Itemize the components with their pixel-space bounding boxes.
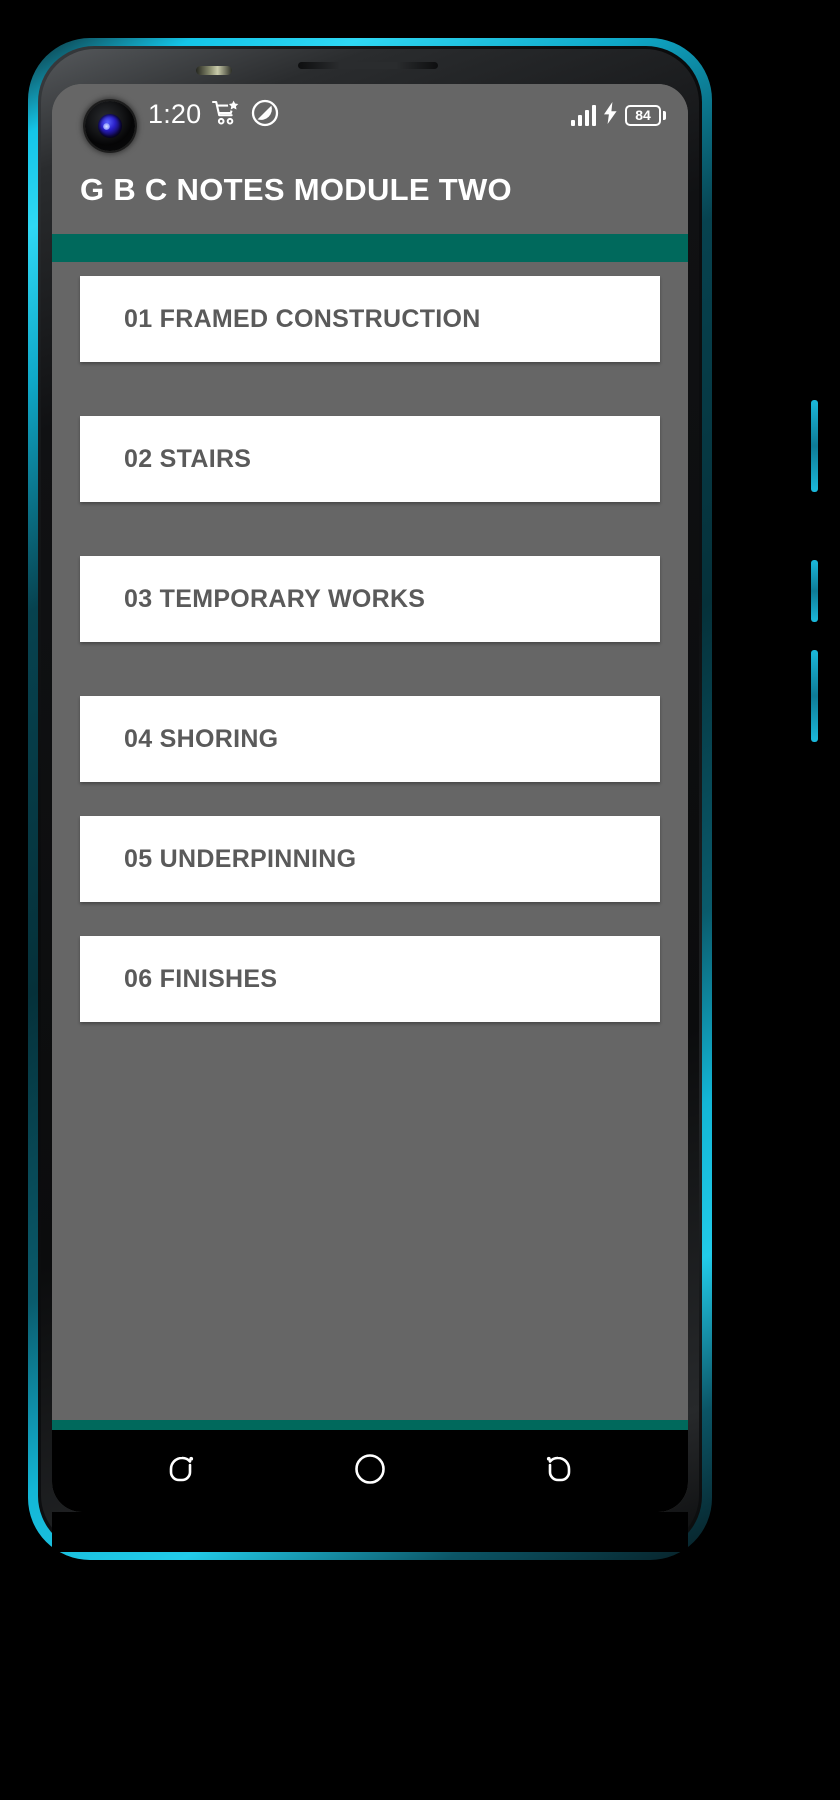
volume-up-button[interactable] [811, 560, 818, 622]
status-bar: 1:20 84 [52, 84, 688, 146]
earpiece-speaker [298, 62, 438, 69]
list-gap [80, 362, 660, 416]
phone-screen: 1:20 84 G B C NOTES MODULE TWO 01 FRAMED… [52, 84, 688, 1512]
back-loop-icon [539, 1450, 577, 1493]
list-gap [80, 902, 660, 936]
front-camera [85, 101, 135, 151]
list-gap [80, 782, 660, 816]
home-button[interactable] [333, 1441, 407, 1501]
rounded-square-loop-icon [163, 1450, 201, 1493]
list-item-label: 06 FINISHES [124, 964, 278, 993]
power-button[interactable] [811, 400, 818, 492]
back-button[interactable] [521, 1441, 595, 1501]
list-item-label: 01 FRAMED CONSTRUCTION [124, 304, 481, 333]
page-title: G B C NOTES MODULE TWO [80, 172, 512, 207]
circle-icon [351, 1450, 389, 1493]
battery-level-text: 84 [635, 107, 651, 123]
system-nav-bar [52, 1430, 688, 1512]
proximity-sensor [196, 66, 232, 75]
list-item-03[interactable]: 03 TEMPORARY WORKS [80, 556, 660, 642]
accent-divider [52, 234, 688, 262]
status-bar-right: 84 [571, 101, 666, 129]
volume-down-button[interactable] [811, 650, 818, 742]
list-item-02[interactable]: 02 STAIRS [80, 416, 660, 502]
list-item-label: 04 SHORING [124, 724, 279, 753]
app-bar: G B C NOTES MODULE TWO [52, 146, 688, 234]
list-item-05[interactable]: 05 UNDERPINNING [80, 816, 660, 902]
list-item-01[interactable]: 01 FRAMED CONSTRUCTION [80, 276, 660, 362]
circle-slash-icon [251, 99, 279, 132]
module-list: 01 FRAMED CONSTRUCTION 02 STAIRS 03 TEMP… [52, 262, 688, 1420]
screenshot-stage: 1:20 84 G B C NOTES MODULE TWO 01 FRAMED… [0, 0, 840, 1800]
nav-accent-divider [52, 1420, 688, 1430]
list-gap [80, 502, 660, 556]
list-gap [80, 642, 660, 696]
signal-bars-icon [571, 104, 596, 126]
status-clock: 1:20 [148, 98, 202, 129]
status-bar-left: 1:20 [148, 99, 279, 132]
list-item-label: 03 TEMPORARY WORKS [124, 584, 426, 613]
list-item-label: 05 UNDERPINNING [124, 844, 357, 873]
recents-button[interactable] [145, 1441, 219, 1501]
phone-chin [52, 1512, 688, 1552]
battery-icon: 84 [625, 104, 666, 126]
cart-star-icon [211, 99, 241, 132]
camera-lens-glint [103, 123, 110, 130]
list-item-label: 02 STAIRS [124, 444, 252, 473]
charging-bolt-icon [603, 101, 618, 129]
list-item-04[interactable]: 04 SHORING [80, 696, 660, 782]
list-item-06[interactable]: 06 FINISHES [80, 936, 660, 1022]
